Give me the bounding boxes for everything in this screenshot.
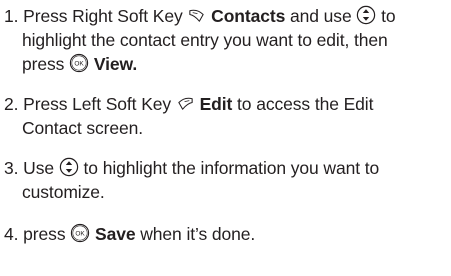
step-text: to highlight the information you want to — [83, 158, 380, 178]
navigation-key-icon — [59, 157, 79, 177]
step-text: press — [23, 224, 66, 244]
step-text: to access the Edit — [237, 94, 374, 114]
right-soft-key-icon — [187, 6, 206, 25]
step-text: press — [22, 54, 65, 74]
step-3-line-1: 3. Use to highlight the information you … — [4, 156, 450, 180]
step-2-line-2: Contact screen. — [22, 118, 144, 138]
step-3-line-2: customize. — [22, 182, 105, 202]
step-text: and use — [290, 6, 352, 26]
ok-key-icon: OK — [70, 223, 90, 243]
save-key-label: Save — [95, 224, 136, 244]
svg-text:OK: OK — [74, 61, 84, 68]
step-1-line-2: highlight the contact entry you want to … — [22, 30, 388, 50]
step-number: 1. — [4, 6, 19, 26]
step-1: 1. Press Right Soft Key Contacts and use… — [4, 4, 450, 76]
step-text: Use — [23, 158, 54, 178]
ok-key-icon: OK — [69, 53, 89, 73]
step-4: 4. press OK Save when it’s done. — [4, 222, 450, 246]
step-2: 2. Press Left Soft Key Edit to access th… — [4, 92, 450, 140]
step-2-line-1: 2. Press Left Soft Key Edit to access th… — [4, 92, 450, 116]
step-number: 3. — [4, 158, 19, 178]
step-text: to — [381, 6, 396, 26]
step-text: when it’s done. — [140, 224, 256, 244]
edit-key-label: Edit — [199, 94, 233, 114]
contacts-key-label: Contacts — [211, 6, 286, 26]
step-3: 3. Use to highlight the information you … — [4, 156, 450, 204]
view-key-label: View. — [93, 54, 138, 74]
svg-text:OK: OK — [76, 231, 86, 238]
step-1-line-3: press OK View. — [4, 52, 450, 76]
left-soft-key-icon — [176, 94, 195, 113]
step-4-line-1: 4. press OK Save when it’s done. — [4, 222, 450, 246]
step-number: 4. — [4, 224, 19, 244]
step-text: Press Left Soft Key — [23, 94, 172, 114]
step-1-line-1: 1. Press Right Soft Key Contacts and use… — [4, 4, 450, 28]
step-number: 2. — [4, 94, 19, 114]
step-text: Press Right Soft Key — [23, 6, 183, 26]
navigation-key-icon — [356, 5, 376, 25]
